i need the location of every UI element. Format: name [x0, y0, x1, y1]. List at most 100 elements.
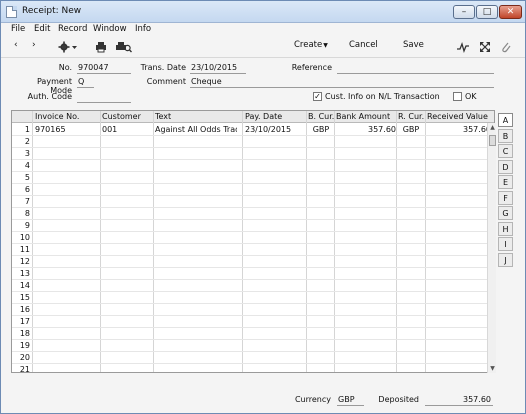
- table-row[interactable]: 8: [12, 208, 494, 220]
- row-number: 19: [19, 341, 30, 350]
- close-button[interactable]: ✕: [499, 5, 522, 19]
- table-row[interactable]: 7: [12, 196, 494, 208]
- tab-i[interactable]: I: [498, 237, 513, 251]
- row-number: 8: [24, 209, 30, 218]
- table-row[interactable]: 2: [12, 136, 494, 148]
- comment-field[interactable]: Cheque: [190, 77, 494, 88]
- print-icon[interactable]: [95, 41, 107, 53]
- trans-date-field[interactable]: 23/10/2015: [190, 63, 246, 74]
- tab-d[interactable]: D: [498, 159, 513, 174]
- receipt-window: Receipt: New – □ ✕ File Edit Record Wind…: [0, 0, 526, 414]
- maximize-button[interactable]: □: [476, 5, 498, 19]
- table-row[interactable]: 5: [12, 172, 494, 184]
- col-bank-amount: Bank Amount: [336, 112, 391, 121]
- tab-c[interactable]: C: [498, 144, 513, 158]
- table-cell[interactable]: 357.60: [427, 125, 491, 134]
- print-preview-icon[interactable]: [116, 41, 132, 53]
- row-number: 18: [19, 329, 30, 338]
- table-row[interactable]: 4: [12, 160, 494, 172]
- row-number: 1: [24, 125, 30, 134]
- cust-info-label: Cust. Info on N/L Transaction: [325, 92, 440, 101]
- table-row[interactable]: 3: [12, 148, 494, 160]
- table-cell[interactable]: GBP: [398, 125, 424, 134]
- payment-mode-field[interactable]: Q: [77, 77, 94, 88]
- table-row[interactable]: 17: [12, 316, 494, 328]
- scroll-thumb[interactable]: [489, 135, 496, 146]
- expand-icon[interactable]: [479, 41, 491, 53]
- table-row[interactable]: 21: [12, 364, 494, 373]
- row-number: 10: [19, 233, 30, 242]
- title-bar: Receipt: New – □ ✕: [1, 1, 525, 23]
- tab-h[interactable]: H: [498, 221, 513, 236]
- scroll-up-icon[interactable]: ▲: [488, 123, 497, 132]
- table-row[interactable]: 20: [12, 352, 494, 364]
- minimize-button[interactable]: –: [453, 5, 475, 19]
- table-row[interactable]: 11: [12, 244, 494, 256]
- previous-record-icon[interactable]: ‹: [14, 40, 18, 50]
- cust-info-checkbox[interactable]: ✓: [313, 92, 322, 101]
- menu-info[interactable]: Info: [135, 24, 151, 34]
- row-number: 11: [19, 245, 30, 254]
- table-row[interactable]: 10: [12, 232, 494, 244]
- row-number: 17: [19, 317, 30, 326]
- save-button[interactable]: Save: [403, 40, 424, 50]
- tab-g[interactable]: G: [498, 206, 513, 220]
- currency-field[interactable]: GBP: [337, 395, 364, 406]
- ok-checkbox[interactable]: [453, 92, 462, 101]
- table-cell[interactable]: 23/10/2015: [245, 125, 305, 134]
- deposited-label: Deposited: [378, 395, 419, 404]
- create-button[interactable]: Create▼: [294, 40, 328, 50]
- tab-b[interactable]: B: [498, 128, 513, 143]
- row-number: 7: [24, 197, 30, 206]
- row-number: 5: [24, 173, 30, 182]
- row-number: 13: [19, 269, 30, 278]
- menu-window[interactable]: Window: [93, 24, 127, 34]
- window-title: Receipt: New: [22, 6, 82, 16]
- col-received-value: Received Value: [427, 112, 488, 121]
- table-cell[interactable]: 357.60: [336, 125, 396, 134]
- col-text: Text: [155, 112, 172, 121]
- table-row[interactable]: 12: [12, 256, 494, 268]
- table-row[interactable]: 18: [12, 328, 494, 340]
- col-pay-date: Pay. Date: [245, 112, 283, 121]
- trans-date-label: Trans. Date: [140, 63, 186, 72]
- menu-bar: File Edit Record Window Info: [1, 23, 525, 36]
- tab-j[interactable]: J: [498, 252, 513, 267]
- table-row[interactable]: 9: [12, 220, 494, 232]
- table-row[interactable]: 16: [12, 304, 494, 316]
- menu-record[interactable]: Record: [58, 24, 87, 34]
- table-row[interactable]: 14: [12, 280, 494, 292]
- row-number: 6: [24, 185, 30, 194]
- gear-icon[interactable]: [58, 41, 78, 53]
- tab-f[interactable]: F: [498, 190, 513, 205]
- document-icon: [6, 6, 17, 18]
- row-number: 20: [19, 353, 30, 362]
- reference-field[interactable]: [337, 63, 494, 74]
- table-row[interactable]: 13: [12, 268, 494, 280]
- table-cell[interactable]: 970165: [35, 125, 99, 134]
- menu-edit[interactable]: Edit: [34, 24, 50, 34]
- table-cell[interactable]: 001: [102, 125, 152, 134]
- table-cell[interactable]: GBP: [308, 125, 334, 134]
- next-record-icon[interactable]: ›: [32, 40, 36, 50]
- scroll-down-icon[interactable]: ▼: [488, 364, 497, 373]
- tab-e[interactable]: E: [498, 175, 513, 189]
- table-row[interactable]: 15: [12, 292, 494, 304]
- activity-icon[interactable]: [457, 41, 469, 53]
- no-field[interactable]: 970047: [77, 63, 131, 74]
- attachment-icon[interactable]: [500, 41, 512, 53]
- reference-label: Reference: [291, 63, 332, 72]
- table-cell[interactable]: Against All Odds Trading: [155, 125, 237, 134]
- tab-a[interactable]: A: [498, 113, 513, 127]
- row-number: 21: [19, 365, 30, 373]
- auth-code-field[interactable]: [77, 92, 131, 103]
- menu-file[interactable]: File: [11, 24, 25, 34]
- table-row[interactable]: 19: [12, 340, 494, 352]
- cancel-button[interactable]: Cancel: [349, 40, 378, 50]
- ok-label: OK: [465, 92, 477, 101]
- dropdown-arrow-icon: ▼: [323, 42, 328, 49]
- table-row[interactable]: 1 970165001Against All Odds Trading 23/10/…: [12, 124, 494, 136]
- col-invoice-no: Invoice No.: [35, 112, 80, 121]
- table-scrollbar[interactable]: ▲ ▼: [487, 123, 496, 373]
- table-row[interactable]: 6: [12, 184, 494, 196]
